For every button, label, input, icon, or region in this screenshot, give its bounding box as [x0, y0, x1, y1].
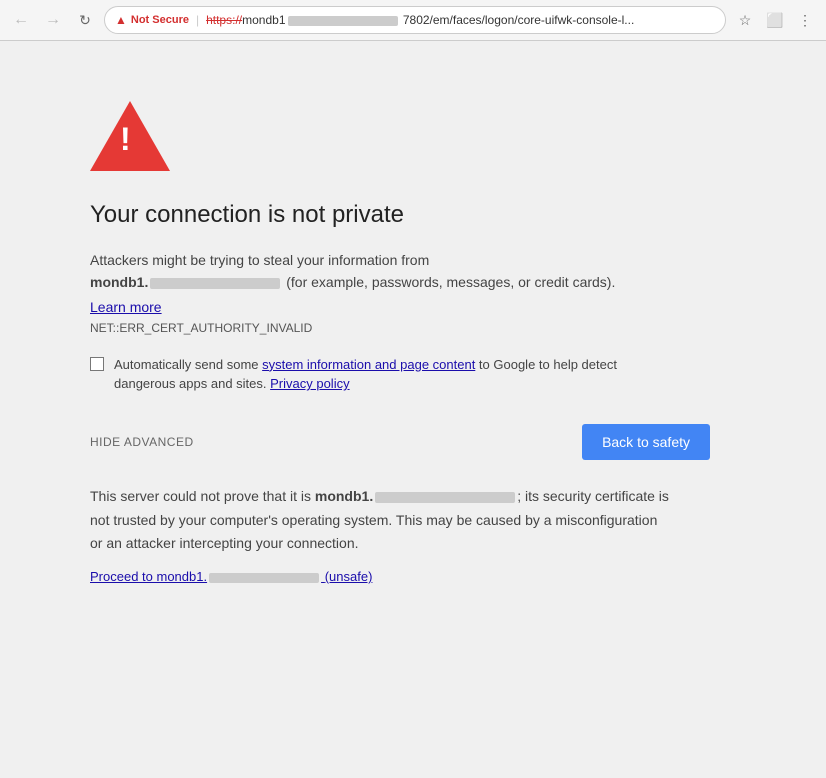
- url-divider: |: [196, 13, 199, 27]
- hide-advanced-button[interactable]: HIDE ADVANCED: [90, 435, 194, 449]
- menu-button[interactable]: ⋮: [792, 7, 818, 33]
- url-protocol: https://: [206, 13, 242, 27]
- reload-button[interactable]: ↻: [72, 7, 98, 33]
- page-content: Your connection is not private Attackers…: [0, 41, 826, 777]
- proceed-link-suffix: (unsafe): [325, 569, 373, 584]
- url-redacted: [288, 16, 398, 26]
- advanced-description: This server could not prove that it is m…: [90, 485, 670, 556]
- checkbox-section: Automatically send some system informati…: [90, 355, 670, 394]
- hostname-bold: mondb1.: [90, 274, 148, 290]
- error-code: NET::ERR_CERT_AUTHORITY_INVALID: [90, 321, 826, 335]
- advanced-hostname: mondb1.: [315, 488, 373, 504]
- browser-chrome: ← → ↻ ▲ Not Secure | https://mondb1​ 780…: [0, 0, 826, 41]
- learn-more-link[interactable]: Learn more: [90, 299, 826, 315]
- page-title: Your connection is not private: [90, 201, 826, 229]
- description-line2: (for example, passwords, messages, or cr…: [282, 274, 615, 290]
- send-data-checkbox[interactable]: [90, 357, 104, 371]
- back-to-safety-button[interactable]: Back to safety: [582, 424, 710, 460]
- forward-button[interactable]: →: [40, 7, 66, 33]
- action-bar: HIDE ADVANCED Back to safety: [90, 424, 730, 460]
- security-warning: ▲ Not Secure: [115, 13, 189, 27]
- checkbox-container: [90, 357, 104, 376]
- advanced-text-part1: This server could not prove that it is: [90, 488, 315, 504]
- back-button[interactable]: ←: [8, 7, 34, 33]
- toolbar-icons: ☆ ⬜ ⋮: [732, 7, 818, 33]
- proceed-link-container: Proceed to mondb1. (unsafe): [90, 568, 670, 586]
- warning-triangle-small-icon: ▲: [115, 13, 127, 27]
- warning-triangle-icon: [90, 101, 170, 171]
- browser-toolbar: ← → ↻ ▲ Not Secure | https://mondb1​ 780…: [0, 0, 826, 40]
- not-secure-label: Not Secure: [131, 14, 189, 26]
- hostname-redacted: [150, 278, 280, 289]
- bookmark-button[interactable]: ☆: [732, 7, 758, 33]
- url-host: mondb1: [242, 13, 285, 27]
- url-display: https://mondb1​ 7802/em/faces/logon/core…: [206, 13, 634, 27]
- proceed-link-prefix: Proceed to mondb1.: [90, 569, 207, 584]
- description-text: Attackers might be trying to steal your …: [90, 249, 670, 294]
- checkbox-label: Automatically send some system informati…: [114, 355, 670, 394]
- proceed-link[interactable]: Proceed to mondb1. (unsafe): [90, 569, 372, 584]
- address-bar[interactable]: ▲ Not Secure | https://mondb1​ 7802/em/f…: [104, 6, 726, 34]
- extension-button[interactable]: ⬜: [762, 7, 788, 33]
- advanced-section: This server could not prove that it is m…: [90, 485, 670, 586]
- description-line1: Attackers might be trying to steal your …: [90, 252, 429, 268]
- checkbox-label-part1: Automatically send some: [114, 357, 262, 372]
- url-path: 7802/em/faces/logon/core-uifwk-console-l…: [403, 13, 634, 27]
- privacy-policy-link[interactable]: Privacy policy: [270, 376, 349, 391]
- system-info-link[interactable]: system information and page content: [262, 357, 475, 372]
- advanced-redacted: [375, 492, 515, 503]
- proceed-redacted: [209, 573, 319, 583]
